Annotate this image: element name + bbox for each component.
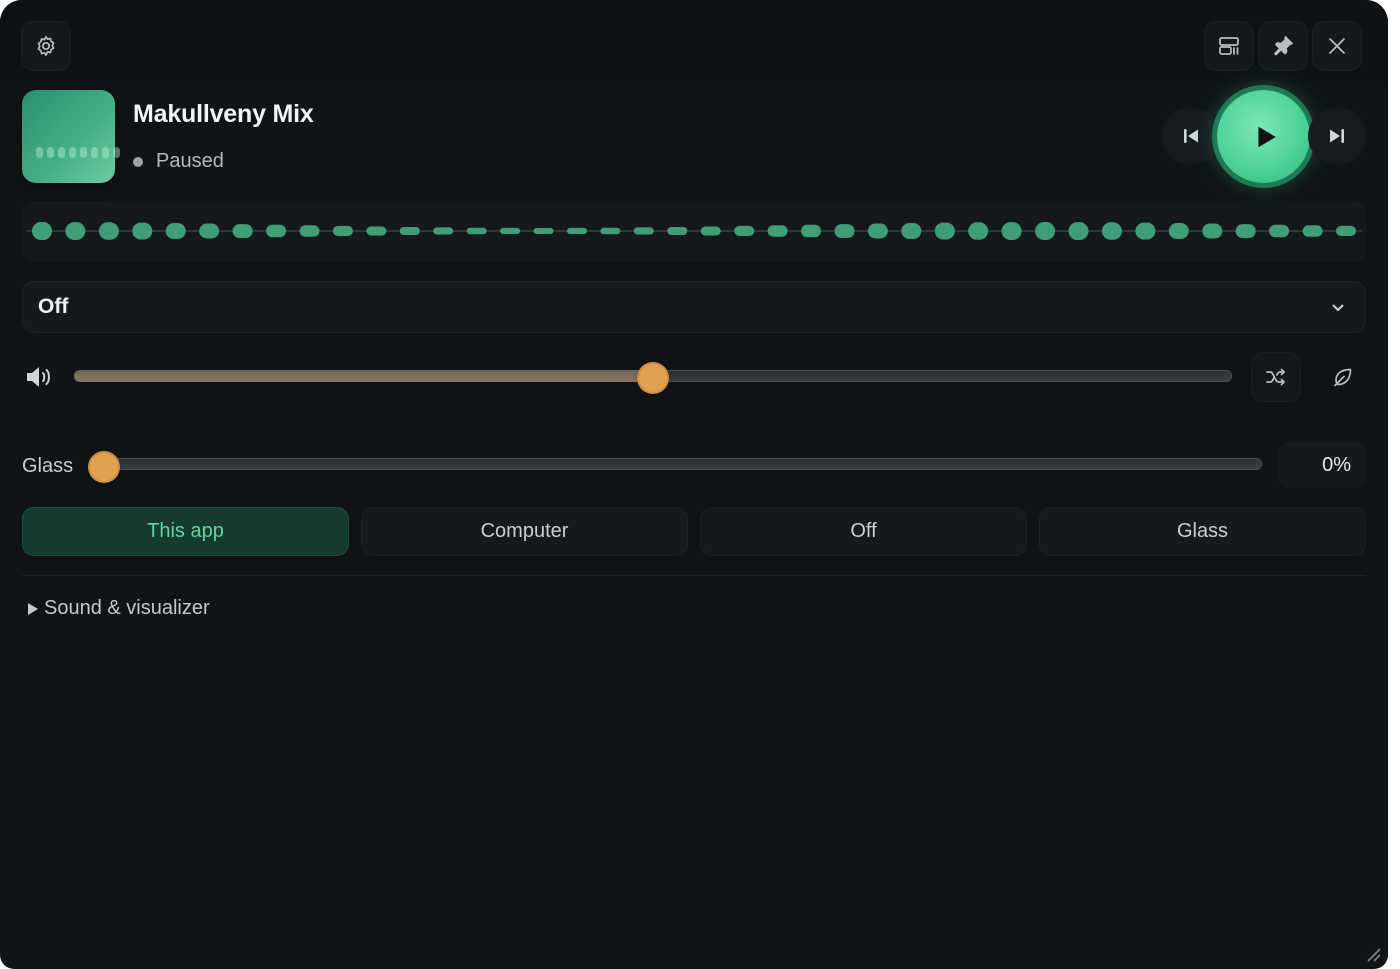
visualizer-bar xyxy=(767,225,788,237)
triangle-right-icon xyxy=(28,602,38,615)
previous-button[interactable] xyxy=(1162,107,1220,165)
shuffle-button[interactable] xyxy=(1251,352,1301,402)
visualizer-bar xyxy=(65,222,86,240)
glass-label: Glass xyxy=(22,455,74,477)
pin-button[interactable] xyxy=(1258,21,1308,71)
disclosure-label: Sound & visualizer xyxy=(44,597,210,619)
play-button[interactable] xyxy=(1217,90,1310,183)
next-button[interactable] xyxy=(1308,107,1366,165)
visualizer-bar xyxy=(901,223,922,239)
volume-slider-fill xyxy=(74,370,653,382)
glass-slider-thumb[interactable] xyxy=(90,453,118,481)
visualizer-bar xyxy=(132,222,153,240)
visualizer-bar xyxy=(1101,222,1122,240)
mode-off-button[interactable]: Off xyxy=(700,507,1027,556)
resize-grip-icon[interactable] xyxy=(1364,945,1382,963)
previous-icon xyxy=(1184,129,1198,143)
visualizer-bar xyxy=(1035,222,1056,240)
shuffle-icon xyxy=(1266,368,1285,386)
visualizer-bar xyxy=(934,222,955,240)
visualizer-bar xyxy=(1068,222,1089,240)
volume-icon[interactable] xyxy=(24,364,54,390)
visualizer-bar xyxy=(399,227,420,235)
visualizer-bar xyxy=(600,227,621,235)
visualizer-bar xyxy=(1135,222,1156,240)
visualizer-bar xyxy=(1336,225,1356,236)
source-dropdown-value: Off xyxy=(38,295,69,318)
glass-slider[interactable] xyxy=(104,458,1262,470)
app-window: Makullveny Mix Paused Off Glass 0% This … xyxy=(0,0,1388,969)
chevron-down-icon xyxy=(1328,297,1348,317)
layout-button[interactable] xyxy=(1204,21,1254,71)
track-title: Makullveny Mix xyxy=(133,100,314,128)
visualizer-bars xyxy=(26,222,1362,240)
visualizer-bar xyxy=(266,224,287,238)
gear-icon xyxy=(37,35,55,57)
visualizer-bar xyxy=(1168,223,1189,239)
eco-button[interactable] xyxy=(1318,352,1368,402)
visualizer-bar xyxy=(98,222,119,240)
visualizer-bar xyxy=(1302,225,1323,237)
play-icon xyxy=(1257,126,1276,147)
mode-this-app-button[interactable]: This app xyxy=(22,507,349,556)
source-dropdown[interactable]: Off xyxy=(22,281,1366,333)
visualizer xyxy=(22,201,1366,262)
mode-computer-button[interactable]: Computer xyxy=(361,507,688,556)
visualizer-bar xyxy=(867,223,888,239)
leaf-icon xyxy=(1334,368,1352,387)
visualizer-bar xyxy=(1269,224,1290,238)
sound-visualizer-disclosure[interactable]: Sound & visualizer xyxy=(28,597,210,620)
visualizer-bar xyxy=(500,227,521,234)
status-dot xyxy=(133,156,143,167)
volume-slider-thumb[interactable] xyxy=(639,364,667,392)
visualizer-bar xyxy=(533,228,554,234)
visualizer-bar xyxy=(332,225,353,236)
visualizer-bar xyxy=(801,224,821,238)
visualizer-bar xyxy=(32,222,52,240)
mode-glass-button[interactable]: Glass xyxy=(1039,507,1366,556)
divider xyxy=(22,575,1366,576)
visualizer-bar xyxy=(834,224,855,238)
visualizer-bar xyxy=(1001,222,1022,240)
visualizer-bar xyxy=(734,225,755,236)
pin-icon xyxy=(1274,36,1293,56)
visualizer-bar xyxy=(667,227,688,235)
visualizer-bar xyxy=(1235,224,1256,238)
visualizer-bar xyxy=(968,222,989,240)
visualizer-bar xyxy=(165,223,186,239)
status-text: Paused xyxy=(156,150,224,172)
visualizer-bar xyxy=(199,223,220,239)
close-icon xyxy=(1329,38,1345,54)
settings-button[interactable] xyxy=(21,21,71,71)
visualizer-bar xyxy=(433,227,454,235)
visualizer-bar xyxy=(700,226,721,236)
titlebar xyxy=(0,0,1388,82)
visualizer-bar xyxy=(567,227,587,234)
visualizer-bar xyxy=(633,227,654,235)
close-button[interactable] xyxy=(1312,21,1362,71)
visualizer-bar xyxy=(466,227,487,235)
visualizer-bar xyxy=(366,226,387,236)
playback-status: Paused xyxy=(133,150,224,173)
next-icon xyxy=(1330,129,1344,143)
visualizer-bar xyxy=(232,224,253,238)
visualizer-bar xyxy=(299,225,320,237)
album-art xyxy=(22,90,120,183)
layout-icon xyxy=(1219,37,1239,55)
glass-percent: 0% xyxy=(1279,442,1366,488)
visualizer-bar xyxy=(1202,223,1223,239)
